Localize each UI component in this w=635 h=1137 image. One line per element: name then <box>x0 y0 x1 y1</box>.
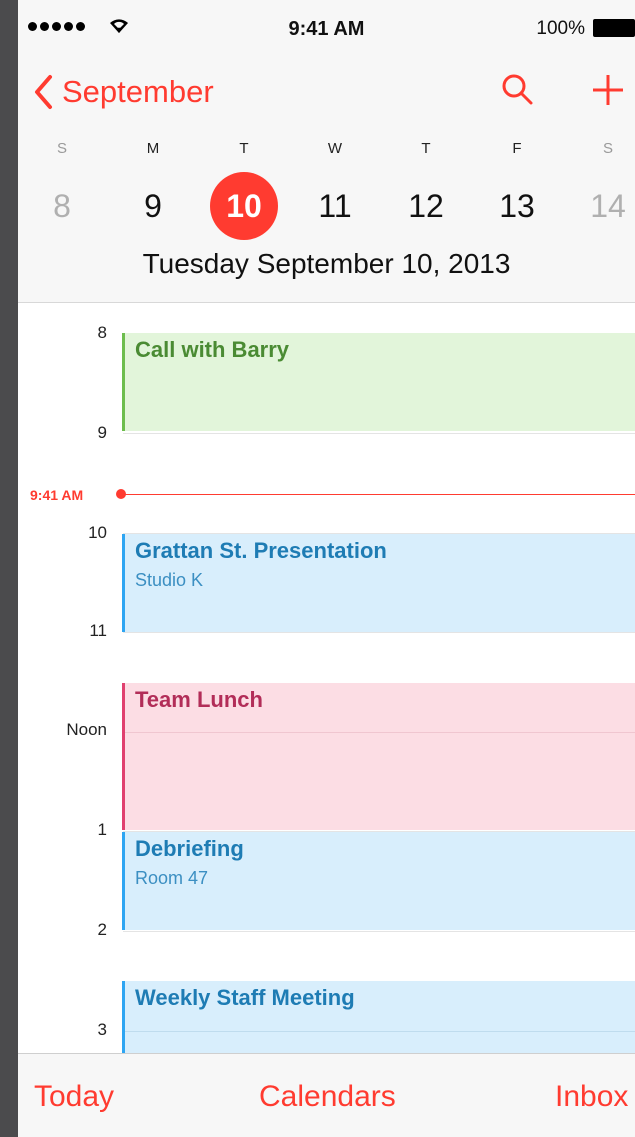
half-hour-divider <box>125 732 635 733</box>
half-hour-divider <box>125 1031 635 1032</box>
current-time-indicator: 9:41 AM <box>18 487 635 503</box>
date-cell[interactable]: 11 <box>300 176 370 236</box>
date-cell[interactable]: 13 <box>482 176 552 236</box>
selected-date-title: Tuesday September 10, 2013 <box>142 248 511 279</box>
hour-label: 2 <box>97 920 107 939</box>
current-time-line <box>122 494 635 495</box>
hour-label: Noon <box>66 720 107 739</box>
hour-gridline <box>123 433 635 434</box>
hour-gridline <box>123 632 635 633</box>
calendar-header: September S M T W T F S 8 9 10 11 12 13 … <box>18 58 635 303</box>
day-timeline[interactable]: 8 9 10 11 Noon 1 2 3 Call with Barry Gra… <box>18 303 635 1053</box>
event-debriefing[interactable]: Debriefing Room 47 <box>122 832 635 930</box>
event-call-with-barry[interactable]: Call with Barry <box>122 333 635 431</box>
weekday-label: S <box>602 140 613 157</box>
inbox-button[interactable]: Inbox <box>555 1080 628 1114</box>
phone-screen: 9:41 AM 100% September S M T W T F S 8 9… <box>18 0 635 1137</box>
battery-icon <box>593 19 635 37</box>
chevron-left-icon <box>35 75 52 109</box>
weekday-row: S M T W T F S <box>18 140 635 160</box>
event-team-lunch[interactable]: Team Lunch <box>122 683 635 830</box>
event-title: Grattan St. Presentation <box>135 538 387 563</box>
current-time-label: 9:41 AM <box>30 487 84 503</box>
plus-icon[interactable] <box>588 70 628 110</box>
hour-label: 10 <box>88 523 107 542</box>
weekday-label: T <box>421 140 431 157</box>
hour-label: 9 <box>97 423 107 442</box>
search-icon[interactable] <box>500 72 536 108</box>
date-cell-selected[interactable]: 10 <box>210 172 278 240</box>
event-title: Call with Barry <box>135 337 290 362</box>
date-row: 8 9 10 11 12 13 14 <box>18 172 635 240</box>
weekday-label: S <box>56 140 67 157</box>
today-button[interactable]: Today <box>34 1080 114 1114</box>
hour-label: 11 <box>89 621 107 640</box>
event-title: Team Lunch <box>135 687 263 712</box>
hour-label: 1 <box>97 820 107 839</box>
date-cell[interactable]: 8 <box>27 176 97 236</box>
weekday-label: M <box>146 140 160 157</box>
weekday-label: F <box>512 140 522 157</box>
hour-gridline <box>123 931 635 932</box>
event-weekly-staff-meeting[interactable]: Weekly Staff Meeting <box>122 981 635 1053</box>
bottom-toolbar: Today Calendars Inbox <box>18 1053 635 1137</box>
back-button[interactable]: September <box>32 74 214 110</box>
event-title: Debriefing <box>135 836 244 861</box>
hour-label: 3 <box>97 1020 107 1039</box>
date-cell[interactable]: 12 <box>391 176 461 236</box>
status-bar: 9:41 AM 100% <box>18 0 635 58</box>
event-location: Studio K <box>135 570 204 590</box>
weekday-label: W <box>327 140 343 157</box>
back-label: September <box>62 74 214 109</box>
calendars-button[interactable]: Calendars <box>259 1080 396 1114</box>
battery-percent: 100% <box>536 18 585 39</box>
event-title: Weekly Staff Meeting <box>135 985 355 1010</box>
date-cell[interactable]: 14 <box>573 176 635 236</box>
event-location: Room 47 <box>135 868 209 888</box>
event-grattan-presentation[interactable]: Grattan St. Presentation Studio K <box>122 534 635 632</box>
background-strip <box>0 0 18 1137</box>
weekday-label: T <box>239 140 249 157</box>
date-cell[interactable]: 9 <box>118 176 188 236</box>
hour-label: 8 <box>97 323 107 342</box>
